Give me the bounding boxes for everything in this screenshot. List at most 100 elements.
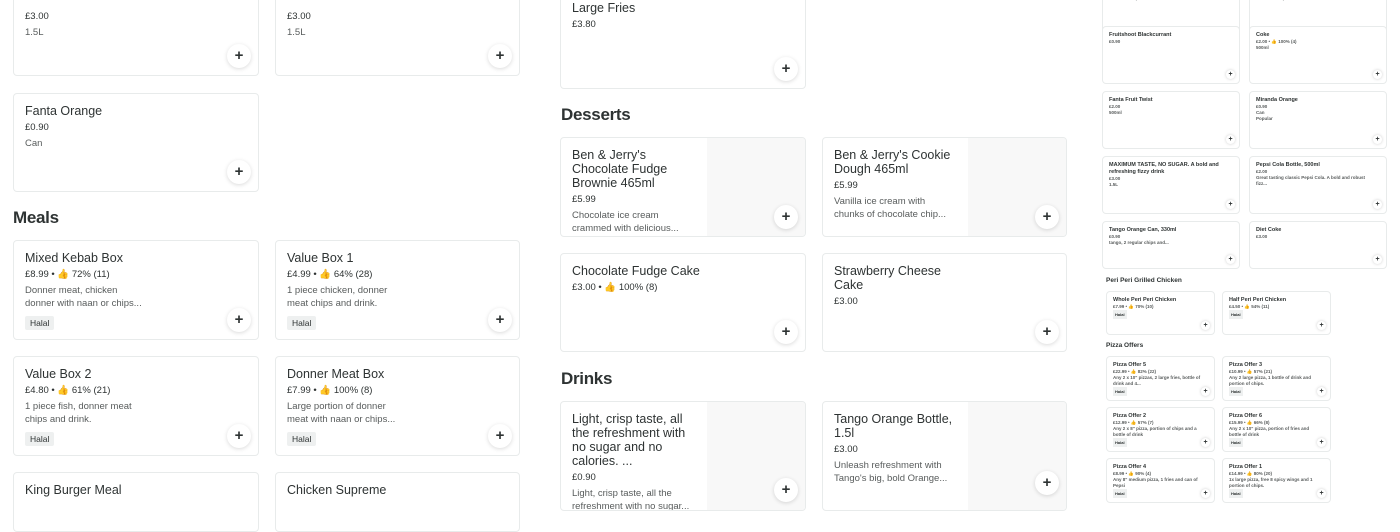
preview-item-card[interactable]: Half Peri Peri Chicken £4.50 • 👍 54% (11)…	[1222, 291, 1331, 335]
add-item-button[interactable]: +	[1035, 205, 1059, 229]
add-item-button[interactable]: +	[1317, 489, 1326, 498]
preview-item-card[interactable]: Pizza Offer 1 £14.99 • 👍 80% (20) 1x larg…	[1222, 458, 1331, 503]
preview-item-card[interactable]: Pizza Offer 5 £22.99 • 👍 82% (22) Any 2 x…	[1106, 356, 1215, 401]
item-price: £3.00	[25, 11, 49, 22]
preview-item-card[interactable]: Fruitshoot Blackcurrant £0.90 +	[1102, 26, 1240, 84]
preview-item-name: Pepsi Cola Bottle, 500ml	[1256, 162, 1320, 168]
preview-item-card[interactable]: Coke £2.00 • 👍 100% (4) 500ml +	[1249, 26, 1387, 84]
menu-item-card[interactable]: Large Fries £3.80 +	[560, 0, 806, 89]
add-item-button[interactable]: +	[1035, 471, 1059, 495]
add-item-button[interactable]: +	[774, 478, 798, 502]
preview-item-detail: Lime flavour, carbonated...	[1109, 0, 1227, 2]
preview-item-detail: £0.90 Can Popular	[1256, 104, 1273, 121]
preview-item-card[interactable]: Miranda Orange £0.90 Can Popular +	[1249, 91, 1387, 149]
preview-item-card[interactable]: Tango Orange Can, 330ml £0.90 tango, 2 re…	[1102, 221, 1240, 269]
preview-item-name: Miranda Orange	[1256, 97, 1298, 103]
item-name: Value Box 1	[287, 251, 354, 265]
add-item-button[interactable]: +	[1373, 255, 1382, 264]
add-item-button[interactable]: +	[227, 308, 251, 332]
item-desc: 1.5L	[287, 27, 306, 38]
add-item-button[interactable]: +	[1201, 489, 1210, 498]
add-item-button[interactable]: +	[1226, 135, 1235, 144]
item-name: Large Fries	[572, 1, 636, 15]
preview-item-detail: £10.99 • 👍 57% (21) Any 2 large pizza, 1…	[1229, 369, 1312, 386]
preview-item-name: Fruitshoot Blackcurrant	[1109, 32, 1172, 38]
item-desc: Large portion of donner meat with naan o…	[287, 401, 396, 425]
preview-item-detail: £22.99 • 👍 82% (22) Any 2 x 10" pizzas, …	[1113, 369, 1201, 386]
halal-badge: Halal	[25, 432, 55, 446]
halal-badge: Halal	[1113, 387, 1127, 396]
add-item-button[interactable]: +	[488, 308, 512, 332]
add-item-button[interactable]: +	[1317, 387, 1326, 396]
menu-item-card[interactable]: Ben & Jerry's Cookie Dough 465ml £5.99 V…	[822, 137, 1067, 237]
add-item-button[interactable]: +	[1317, 321, 1326, 330]
preview-item-card[interactable]: Pizza Offer 2 £12.99 • 👍 57% (7) Any 2 x …	[1106, 407, 1215, 452]
add-item-button[interactable]: +	[227, 424, 251, 448]
menu-item-card[interactable]: Strawberry Cheese Cake £3.00 +	[822, 253, 1067, 352]
add-item-button[interactable]: +	[774, 320, 798, 344]
preview-item-card[interactable]: Fanta Fruit Twist £2.00 500ml +	[1102, 91, 1240, 149]
menu-item-card[interactable]: Mixed Kebab Box £8.99 • 👍 72% (11) Donne…	[13, 240, 259, 340]
menu-item-card[interactable]: Chicken Supreme	[275, 472, 520, 532]
add-item-button[interactable]: +	[1226, 255, 1235, 264]
halal-badge: Halal	[1113, 310, 1127, 319]
add-item-button[interactable]: +	[1317, 438, 1326, 447]
menu-item-card[interactable]: Donner Meat Box £7.99 • 👍 100% (8) Large…	[275, 356, 520, 456]
preview-item-card[interactable]: Pizza Offer 4 £8.99 • 👍 90% (4) Any 8" me…	[1106, 458, 1215, 503]
item-price: £3.80	[572, 19, 596, 30]
menu-item-card[interactable]: Value Box 1 £4.99 • 👍 64% (28) 1 piece c…	[275, 240, 520, 340]
section-title-meals: Meals	[13, 208, 59, 227]
menu-item-card[interactable]: Tango Orange Bottle, 1.5l £3.00 Unleash …	[822, 401, 1067, 511]
menu-item-card[interactable]: Light, crisp taste, all the refreshment …	[560, 401, 806, 511]
halal-badge: Halal	[1229, 438, 1243, 447]
add-item-button[interactable]: +	[227, 44, 251, 68]
preview-item-name: Pizza Offer 2	[1113, 413, 1147, 419]
menu-item-card[interactable]: £3.00 1.5L +	[13, 0, 259, 76]
menu-item-card[interactable]: £3.00 1.5L +	[275, 0, 520, 76]
halal-badge: Halal	[25, 316, 55, 330]
menu-item-card[interactable]: Value Box 2 £4.80 • 👍 61% (21) 1 piece f…	[13, 356, 259, 456]
menu-item-card[interactable]: King Burger Meal	[13, 472, 259, 532]
preview-item-detail: £0.90 tango, 2 regular chips and...	[1109, 234, 1169, 245]
preview-item-card[interactable]: Whole Peri Peri Chicken £7.99 • 👍 70% (10…	[1106, 291, 1215, 335]
add-item-button[interactable]: +	[1226, 200, 1235, 209]
item-name: Chocolate Fudge Cake	[572, 264, 700, 278]
section-title-desserts: Desserts	[561, 105, 631, 124]
item-desc: Light, crisp taste, all the refreshment …	[572, 488, 690, 511]
add-item-button[interactable]: +	[1035, 320, 1059, 344]
preview-item-detail: £2.00 500ml	[1109, 104, 1122, 115]
add-item-button[interactable]: +	[1373, 200, 1382, 209]
item-name: Strawberry Cheese Cake	[834, 264, 941, 292]
preview-item-name: Pizza Offer 4	[1113, 464, 1147, 470]
preview-item-name: Tango Orange Can, 330ml	[1109, 227, 1177, 233]
preview-item-card[interactable]: Pizza Offer 6 £15.99 • 👍 66% (8) Any 2 x …	[1222, 407, 1331, 452]
menu-item-card[interactable]: Fanta Orange £0.90 Can +	[13, 93, 259, 192]
halal-badge: Halal	[1229, 387, 1243, 396]
item-desc: Donner meat, chicken donner with naan or…	[25, 285, 142, 309]
menu-item-card[interactable]: Chocolate Fudge Cake £3.00 • 👍 100% (8) …	[560, 253, 806, 352]
add-item-button[interactable]: +	[1373, 70, 1382, 79]
preview-item-card[interactable]: Diet Coke £3.00 +	[1249, 221, 1387, 269]
add-item-button[interactable]: +	[488, 424, 512, 448]
add-item-button[interactable]: +	[774, 57, 798, 81]
preview-item-card[interactable]: Pepsi Cola Bottle, 500ml £2.00 Great tast…	[1249, 156, 1387, 214]
add-item-button[interactable]: +	[1201, 438, 1210, 447]
item-name: King Burger Meal	[25, 483, 122, 497]
add-item-button[interactable]: +	[774, 205, 798, 229]
add-item-button[interactable]: +	[1373, 135, 1382, 144]
preview-item-detail: £14.99 • 👍 80% (20) 1x large pizza, free…	[1229, 471, 1313, 488]
preview-item-card[interactable]: MAXIMUM TASTE, NO SUGAR. A bold and refr…	[1102, 156, 1240, 214]
add-item-button[interactable]: +	[227, 160, 251, 184]
add-item-button[interactable]: +	[1226, 70, 1235, 79]
add-item-button[interactable]: +	[1201, 387, 1210, 396]
menu-item-card[interactable]: Ben & Jerry's Chocolate Fudge Brownie 46…	[560, 137, 806, 237]
preview-item-card[interactable]: Pizza Offer 3 £10.99 • 👍 57% (21) Any 2 l…	[1222, 356, 1331, 401]
add-item-button[interactable]: +	[1201, 321, 1210, 330]
preview-item-detail: £2.00 • 👍 100% (4) 500ml	[1256, 39, 1297, 50]
preview-item-detail: £12.99 • 👍 57% (7) Any 2 x 8" pizza, por…	[1113, 420, 1197, 437]
preview-item-name: Diet Coke	[1256, 227, 1282, 233]
item-desc: 1.5L	[25, 27, 44, 38]
add-item-button[interactable]: +	[488, 44, 512, 68]
item-name: Chicken Supreme	[287, 483, 387, 497]
item-price: £5.99	[834, 180, 858, 191]
